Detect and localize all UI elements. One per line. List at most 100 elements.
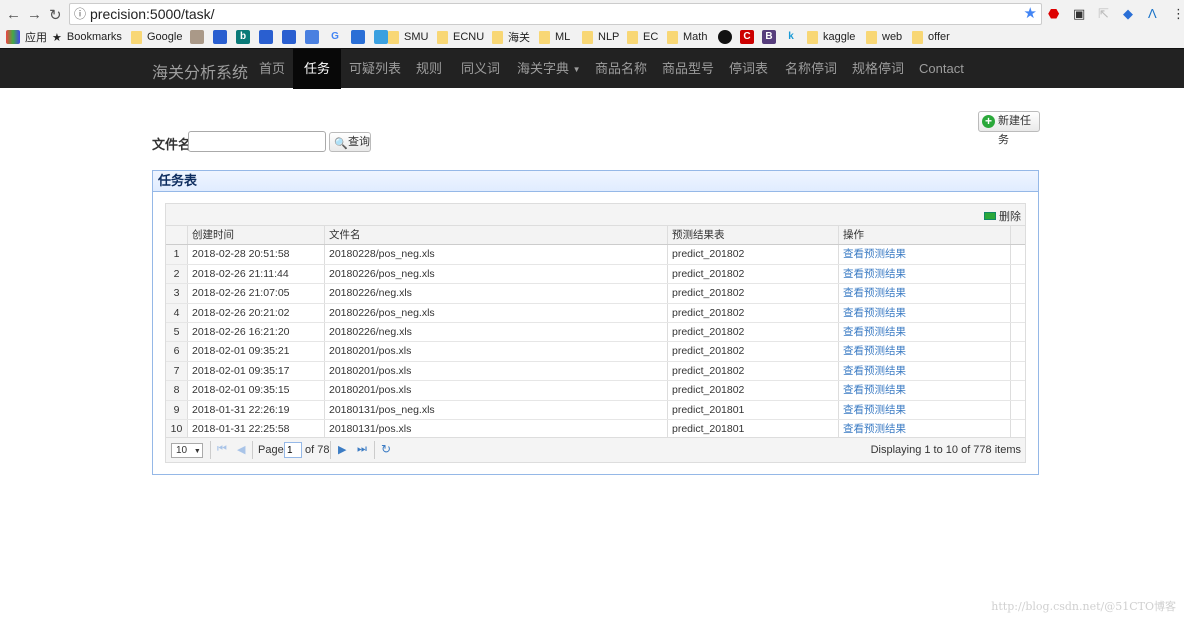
view-result-link[interactable]: 查看预测结果 [839, 381, 1011, 400]
view-result-link[interactable]: 查看预测结果 [839, 419, 1011, 439]
reload-icon[interactable]: ↻ [49, 6, 62, 24]
col-action[interactable]: 操作 [839, 226, 1011, 245]
bookmark-ml[interactable]: ML [539, 29, 570, 45]
nav-rules[interactable]: 规则 [405, 49, 453, 89]
bookmark-nlp[interactable]: NLP [582, 29, 619, 45]
table-row[interactable]: 8 2018-02-01 09:35:15 20180201/pos.xls pred… [166, 381, 1025, 401]
nav-dictionary[interactable]: 海关字典 ▼ [506, 49, 592, 89]
nav-synonyms[interactable]: 同义词 [450, 49, 511, 89]
table-row[interactable]: 6 2018-02-01 09:35:21 20180201/pos.xls pred… [166, 342, 1025, 362]
result-table: predict_201802 [668, 381, 839, 400]
col-filename[interactable]: 文件名 [325, 226, 668, 245]
row-number: 4 [166, 303, 188, 322]
bookmark-smu[interactable]: SMU [388, 29, 428, 45]
brand[interactable]: 海关分析系统 [152, 59, 248, 83]
baidu-icon [213, 30, 227, 44]
bookmark-ecnu[interactable]: ECNU [437, 29, 484, 45]
first-page-icon[interactable]: ⏮ [217, 443, 227, 456]
row-number: 5 [166, 322, 188, 342]
bookmark-icons-2[interactable]: C B k [718, 29, 798, 45]
bookmark-star-icon[interactable]: ★ [1024, 4, 1037, 24]
filename-label: 文件名 [152, 137, 192, 152]
created-time: 2018-01-31 22:26:19 [188, 400, 325, 419]
nav-product-model[interactable]: 商品型号 [651, 49, 725, 89]
panel-title: 任务表 [153, 171, 1038, 192]
nav-name-stopwords[interactable]: 名称停词 [774, 49, 848, 89]
address-bar[interactable]: ⓘ precision:5000/task/ ★ [69, 3, 1042, 25]
table-row[interactable]: 1 2018-02-28 20:51:58 20180228/pos_neg.xls… [166, 245, 1025, 265]
site-icon [351, 30, 365, 44]
table-row[interactable]: 3 2018-02-26 21:07:05 20180226/neg.xls pred… [166, 284, 1025, 304]
folder-icon [582, 30, 593, 44]
view-result-link[interactable]: 查看预测结果 [839, 342, 1011, 361]
folder-icon [627, 30, 638, 44]
extension-icon[interactable]: ◆ [1123, 6, 1133, 22]
back-icon[interactable]: ← [6, 6, 21, 23]
adblock-icon[interactable]: ⬣ [1048, 6, 1059, 22]
bookmark-kaggle[interactable]: kaggle [807, 29, 855, 45]
filename-input[interactable] [188, 131, 326, 152]
table-row[interactable]: 4 2018-02-26 20:21:02 20180226/pos_neg.xls… [166, 303, 1025, 323]
refresh-icon[interactable]: ↻ [381, 442, 391, 456]
cursor-icon[interactable]: ⇱ [1098, 6, 1109, 22]
forward-icon[interactable]: → [27, 6, 42, 23]
view-result-link[interactable]: 查看预测结果 [839, 322, 1011, 342]
search-icon: 🔍 [334, 138, 348, 150]
bookmark-math[interactable]: Math [667, 29, 707, 45]
search-button[interactable]: 🔍 查询 [329, 132, 371, 152]
bookmark-ec[interactable]: EC [627, 29, 658, 45]
view-result-link[interactable]: 查看预测结果 [839, 361, 1011, 381]
result-table: predict_201802 [668, 284, 839, 303]
view-result-link[interactable]: 查看预测结果 [839, 284, 1011, 303]
created-time: 2018-02-26 21:11:44 [188, 264, 325, 284]
nav-home[interactable]: 首页 [248, 49, 296, 89]
bookmark-icons[interactable]: b G [190, 29, 388, 45]
table-row[interactable]: 9 2018-01-31 22:26:19 20180131/pos_neg.xls… [166, 400, 1025, 420]
bookmark-offer[interactable]: offer [912, 29, 950, 45]
nav-contact[interactable]: Contact [908, 49, 975, 89]
new-task-button[interactable]: + 新建任务 [978, 111, 1040, 146]
result-table: predict_201802 [668, 264, 839, 284]
created-time: 2018-02-01 09:35:21 [188, 342, 325, 361]
nav-task[interactable]: 任务 [293, 49, 342, 89]
csdn-icon: C [740, 30, 754, 44]
bookmark-google[interactable]: Google [131, 29, 182, 45]
filename: 20180201/pos.xls [325, 342, 668, 361]
bookmark-apps[interactable]: 应用 [6, 29, 47, 45]
lambda-icon[interactable]: Λ [1148, 6, 1157, 21]
row-number: 6 [166, 342, 188, 361]
menu-icon[interactable]: ⋮ [1172, 6, 1184, 22]
bookmark-web[interactable]: web [866, 29, 902, 45]
view-result-link[interactable]: 查看预测结果 [839, 303, 1011, 322]
view-result-link[interactable]: 查看预测结果 [839, 264, 1011, 284]
next-page-icon[interactable]: ▶ [338, 443, 346, 456]
page-input[interactable] [284, 442, 302, 458]
view-result-link[interactable]: 查看预测结果 [839, 400, 1011, 419]
col-created[interactable]: 创建时间 [188, 226, 325, 245]
bookmark-haiguan[interactable]: 海关 [492, 29, 530, 45]
nav-stopwords[interactable]: 停词表 [718, 49, 779, 89]
grid-body: 1 2018-02-28 20:51:58 20180228/pos_neg.xls… [166, 245, 1025, 440]
table-row[interactable]: 7 2018-02-01 09:35:17 20180201/pos.xls pred… [166, 361, 1025, 382]
result-table: predict_201802 [668, 342, 839, 361]
prev-page-icon[interactable]: ◀ [237, 443, 245, 456]
evernote-icon[interactable]: ▣ [1073, 6, 1085, 22]
filename: 20180226/pos_neg.xls [325, 303, 668, 322]
created-time: 2018-02-01 09:35:15 [188, 381, 325, 400]
created-time: 2018-01-31 22:25:58 [188, 419, 325, 439]
minus-icon [984, 212, 996, 220]
table-row[interactable]: 2 2018-02-26 21:11:44 20180226/pos_neg.xls… [166, 264, 1025, 285]
bookmark-bookmarks[interactable]: ★ Bookmarks [52, 29, 122, 45]
table-row[interactable]: 5 2018-02-26 16:21:20 20180226/neg.xls pred… [166, 322, 1025, 343]
nav-spec-stopwords[interactable]: 规格停词 [841, 49, 915, 89]
page-size-select[interactable]: 10 ▼ [171, 443, 203, 458]
bing-icon: b [236, 30, 250, 44]
delete-button[interactable]: 删除 [984, 208, 1021, 224]
view-result-link[interactable]: 查看预测结果 [839, 245, 1011, 264]
filename: 20180201/pos.xls [325, 381, 668, 400]
caret-down-icon: ▼ [193, 448, 201, 455]
nav-suspicious[interactable]: 可疑列表 [338, 49, 412, 89]
col-result-table[interactable]: 预测结果表 [668, 226, 839, 245]
nav-product-name[interactable]: 商品名称 [584, 49, 658, 89]
last-page-icon[interactable]: ⏭ [357, 443, 367, 456]
